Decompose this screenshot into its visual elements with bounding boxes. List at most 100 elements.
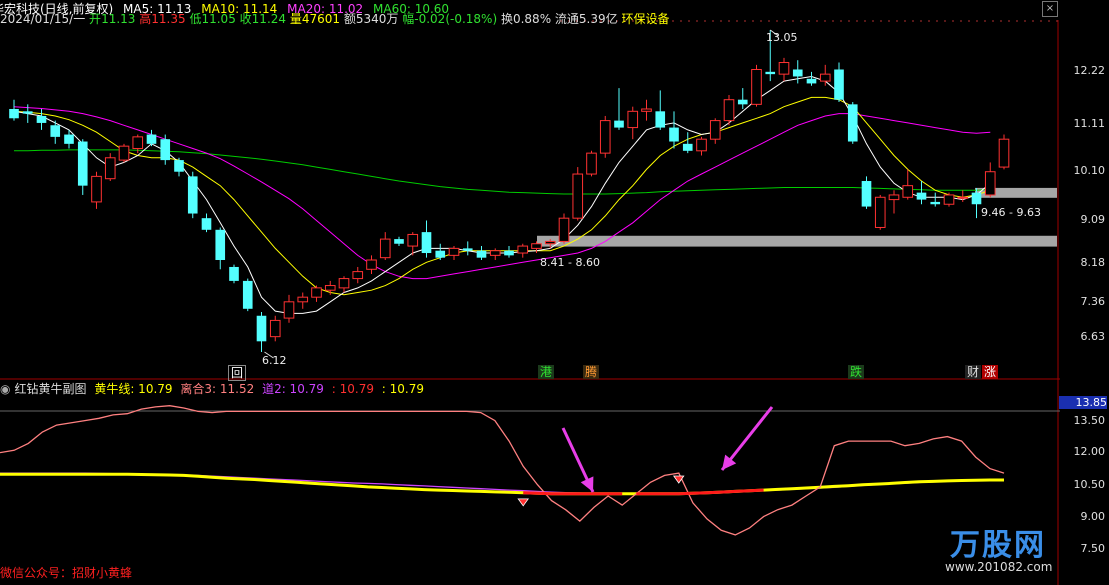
candle-body [709, 120, 721, 140]
candle-body [504, 250, 514, 256]
candle-body [407, 233, 419, 247]
brand-url: www.201082.com [945, 560, 1053, 574]
marker-cai[interactable]: 财 [965, 365, 982, 379]
candle-body [421, 232, 432, 254]
candle-body [806, 78, 817, 84]
candle-body [531, 243, 542, 249]
candle-body [462, 248, 473, 251]
marker-die[interactable]: 跌 [848, 365, 865, 379]
band1-label: 9.46 - 9.63 [981, 206, 1041, 219]
main-axis-tick-6: 6.63 [1080, 330, 1106, 343]
marker-teng[interactable]: 腾 [583, 365, 600, 379]
candle-body [104, 157, 116, 180]
quote-bar: 2024/01/15/一 开11.13 高11.35 低11.05 收11.24… [0, 10, 1060, 28]
float-cap-2: 流通5.39亿 [554, 12, 618, 26]
candle-body [696, 138, 707, 152]
main-axis-tick-0: 12.22 [1073, 64, 1106, 77]
sub-header: ◉ 红钻黄牛副图 黄牛线: 10.79 离合3: 11.52 道2: 10.79 … [0, 380, 1060, 398]
sub-axis-current: 13.85 [1059, 396, 1107, 409]
candle-body [792, 69, 803, 77]
candle-body [311, 287, 322, 298]
candle-body [599, 120, 611, 154]
candle-body [778, 62, 790, 75]
candle-body [874, 196, 886, 228]
change-2: 幅-0.02(-0.18%) [402, 12, 498, 26]
marker-gang[interactable]: 港 [538, 365, 555, 379]
sub-axis-tick-0: 13.50 [1073, 414, 1106, 427]
candle-body [943, 194, 955, 205]
close-2: 收11.24 [239, 12, 287, 26]
candle-body [283, 301, 295, 319]
vol-2: 量47601 [289, 12, 341, 26]
candle-body [215, 229, 226, 260]
candle-body [324, 285, 336, 291]
resistance-band [537, 235, 1057, 247]
candle-body [379, 238, 391, 259]
candle-body [517, 245, 529, 254]
ma10-line [13, 96, 991, 296]
candle-body [544, 240, 556, 245]
candle-body [930, 201, 941, 205]
collapse-icon[interactable]: ◉ [0, 382, 10, 396]
ma5-line [13, 75, 991, 314]
candle-body [476, 250, 487, 258]
low-annotation: 6.12 [262, 354, 287, 367]
amount-2: 额5340万 [343, 12, 399, 26]
red-signal-segment [636, 488, 764, 496]
indicator-line [0, 405, 1005, 536]
close-window-icon[interactable]: × [1042, 1, 1058, 17]
candle-body [765, 71, 776, 75]
candle-body [394, 239, 404, 244]
candle-body [448, 247, 460, 256]
main-axis-tick-4: 8.18 [1080, 256, 1106, 269]
main-axis-tick-2: 10.10 [1073, 164, 1106, 177]
red-signal-segment [523, 491, 623, 496]
marker-hui[interactable]: 回 [228, 365, 247, 381]
candle-body [723, 99, 735, 122]
candle-body [338, 278, 350, 289]
candle-body [77, 141, 88, 186]
candle-body [201, 218, 212, 230]
candle-body [64, 134, 74, 144]
candle-body [269, 319, 281, 338]
candle-body [489, 250, 501, 256]
sub-axis-tick-4: 7.50 [1080, 542, 1106, 555]
candle-body [132, 136, 144, 149]
diamond-icon [517, 498, 529, 507]
candle-body [586, 152, 597, 175]
wechat-footer: 微信公众号：招财小黄蜂 [0, 566, 133, 580]
candle-body [50, 125, 61, 137]
main-axis-tick-1: 11.11 [1073, 117, 1106, 130]
high-annotation: 13.05 [766, 31, 798, 44]
candle-body [998, 138, 1010, 168]
candle-body [435, 250, 446, 258]
band2-label: 8.41 - 8.60 [540, 256, 600, 269]
candle-body [174, 160, 184, 172]
v2-label: : 10.79 [381, 382, 425, 396]
candle-body [22, 111, 33, 114]
low-2: 低11.05 [189, 12, 236, 26]
sub-axis-tick-2: 10.50 [1073, 478, 1106, 491]
v1-label: : 10.79 [331, 382, 374, 396]
candle-body [572, 173, 584, 219]
candle-body [888, 194, 900, 201]
huangniu-label: 黄牛线: 10.79 [94, 382, 173, 396]
sub-axis-tick-1: 12.00 [1073, 445, 1106, 458]
candle-body [558, 217, 570, 242]
candle-body [146, 134, 157, 144]
date-2: 2024/01/15/一 [0, 12, 86, 26]
sub-name: 红钻黄牛副图 [14, 382, 87, 396]
chart-canvas [0, 0, 1060, 585]
candle-body [847, 104, 858, 142]
lihe-label: 离合3: 11.52 [180, 382, 255, 396]
candle-body [902, 185, 914, 198]
candle-body [751, 68, 762, 105]
candle-body [297, 296, 309, 303]
candle-body [366, 259, 377, 270]
marker-zhang[interactable]: 涨 [982, 365, 999, 379]
sector-2: 环保设备 [621, 12, 670, 26]
candle-body [737, 99, 748, 105]
candle-body [242, 280, 253, 309]
candle-body [614, 120, 624, 128]
candle-body [861, 181, 872, 207]
